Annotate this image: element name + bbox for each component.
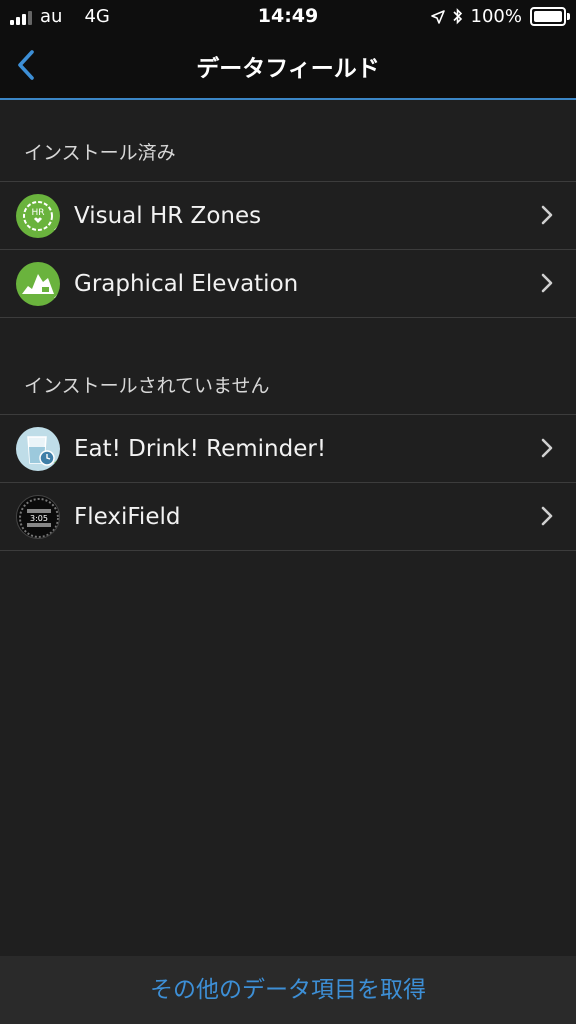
watch-face-icon: 3:05 xyxy=(16,494,60,539)
elevation-icon xyxy=(16,261,60,306)
status-right: 100% xyxy=(430,6,570,27)
list-item-graphical-elevation[interactable]: Graphical Elevation xyxy=(0,249,576,318)
heart-rate-icon: HR xyxy=(16,193,60,238)
installed-list: HR Visual HR Zones Graphical Elevation xyxy=(0,181,576,318)
location-icon xyxy=(430,9,445,24)
svg-text:HR: HR xyxy=(31,208,44,218)
list-item-flexifield[interactable]: 3:05 FlexiField xyxy=(0,482,576,551)
list-item-label: Visual HR Zones xyxy=(74,202,262,229)
list-item-visual-hr-zones[interactable]: HR Visual HR Zones xyxy=(0,181,576,249)
chevron-right-icon xyxy=(541,506,553,526)
list-item-label: Eat! Drink! Reminder! xyxy=(74,435,327,462)
section-header-installed: インストール済み xyxy=(24,142,176,164)
page-title: データフィールド xyxy=(196,56,380,82)
svg-text:3:05: 3:05 xyxy=(30,514,48,523)
battery-percent: 100% xyxy=(470,6,522,27)
get-more-data-fields-link[interactable]: その他のデータ項目を取得 xyxy=(150,977,426,1003)
drink-glass-icon xyxy=(16,426,60,471)
bluetooth-icon xyxy=(452,8,462,25)
section-header-not-installed: インストールされていません xyxy=(24,375,270,397)
bottom-bar: その他のデータ項目を取得 xyxy=(0,956,576,1024)
chevron-right-icon xyxy=(541,205,553,225)
battery-icon xyxy=(530,7,570,26)
list-item-eat-drink-reminder[interactable]: Eat! Drink! Reminder! xyxy=(0,414,576,482)
navigation-bar: データフィールド xyxy=(0,32,576,100)
list-item-label: Graphical Elevation xyxy=(74,270,299,297)
list-item-label: FlexiField xyxy=(74,503,181,530)
chevron-right-icon xyxy=(541,438,553,458)
chevron-right-icon xyxy=(541,273,553,293)
status-bar: au 4G 14:49 100% xyxy=(0,0,576,32)
not-installed-list: Eat! Drink! Reminder! 3:05 FlexiField xyxy=(0,414,576,551)
